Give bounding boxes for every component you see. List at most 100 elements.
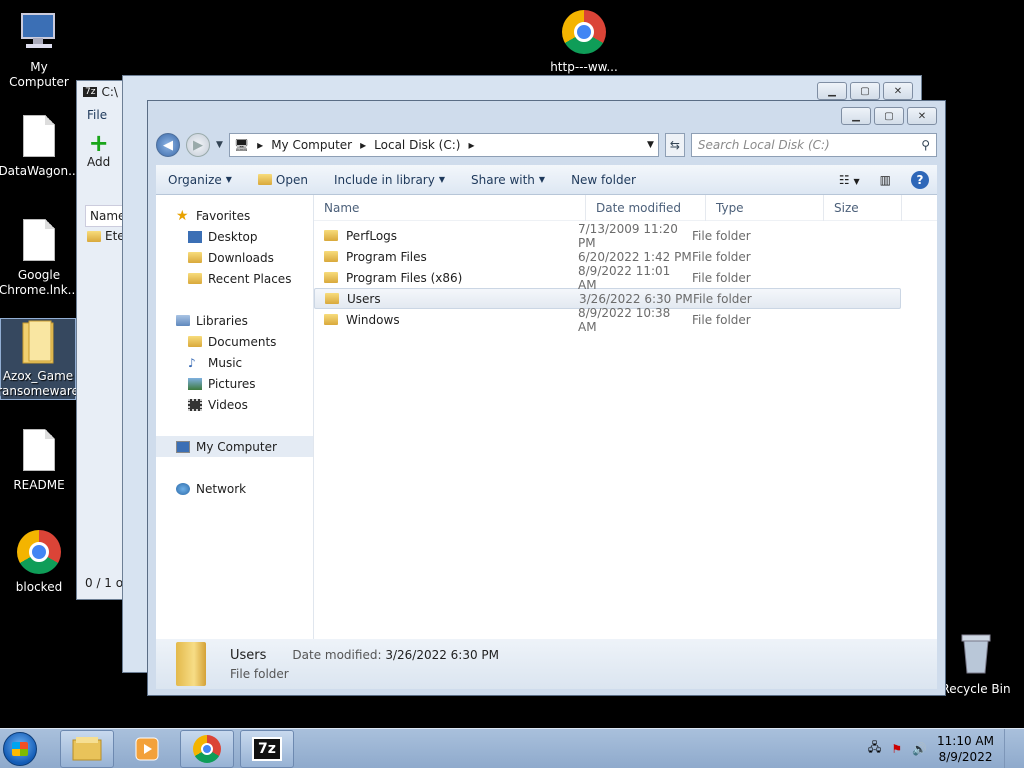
search-input[interactable]: Search Local Disk (C:) ⚲ bbox=[690, 133, 937, 157]
breadcrumb-local-disk[interactable]: Local Disk (C:) bbox=[374, 138, 460, 152]
details-type: File folder bbox=[230, 666, 289, 681]
chevron-down-icon: ▼ bbox=[438, 175, 445, 184]
sevenzip-menu-file[interactable]: File bbox=[87, 108, 107, 122]
column-header-name[interactable]: Name bbox=[314, 194, 586, 221]
desktop: My Computer http---ww... DataWagon... Go… bbox=[0, 0, 1024, 768]
new-folder-button[interactable]: New folder bbox=[571, 173, 636, 187]
refresh-button[interactable]: ⇆ bbox=[664, 133, 685, 157]
document-icon bbox=[15, 216, 63, 264]
column-header-size[interactable]: Size bbox=[824, 194, 902, 221]
action-center-icon[interactable]: ⚑ bbox=[891, 742, 902, 756]
taskbar-chrome-button[interactable] bbox=[180, 729, 234, 768]
plus-icon: + bbox=[88, 129, 109, 157]
details-main: Users Date modified: 3/26/2022 6:30 PM F… bbox=[230, 648, 499, 681]
change-view-button[interactable]: ☷ ▼ bbox=[839, 173, 860, 187]
column-header-type[interactable]: Type bbox=[706, 194, 824, 221]
nav-recent-places[interactable]: Recent Places bbox=[156, 268, 313, 289]
file-type: File folder bbox=[692, 270, 751, 285]
minimize-button[interactable]: ▁ bbox=[841, 107, 871, 125]
table-row[interactable]: Program Files (x86) 8/9/2022 11:01 AM Fi… bbox=[314, 264, 901, 292]
table-row[interactable]: PerfLogs 7/13/2009 11:20 PM File folder bbox=[314, 222, 901, 250]
desktop-icon-readme[interactable]: README bbox=[1, 426, 77, 493]
system-tray: 🖧 ⚑ 🔊 11:10 AM 8/9/2022 bbox=[868, 728, 1024, 768]
window-controls: ▁ ▢ ✕ bbox=[841, 107, 937, 125]
chevron-down-icon: ▼ bbox=[853, 176, 860, 186]
address-row: ◀ ▶ ▼ 🖥 ▸ My Computer ▸ Local Disk (C:) … bbox=[156, 131, 937, 159]
documents-icon bbox=[188, 336, 202, 347]
nav-videos[interactable]: Videos bbox=[156, 394, 313, 415]
table-row[interactable]: Windows 8/9/2022 10:38 AM File folder bbox=[314, 306, 901, 334]
share-with-button[interactable]: Share with ▼ bbox=[471, 173, 545, 187]
nav-my-computer[interactable]: My Computer bbox=[156, 436, 313, 457]
minimize-button[interactable]: ▁ bbox=[817, 82, 847, 100]
folder-icon bbox=[325, 293, 339, 304]
downloads-icon bbox=[188, 252, 202, 263]
pictures-icon bbox=[188, 377, 202, 390]
help-button[interactable]: ? bbox=[911, 170, 929, 189]
nav-label: Recent Places bbox=[208, 271, 292, 286]
volume-icon[interactable]: 🔊 bbox=[912, 742, 927, 756]
preview-pane-button[interactable]: ▥ bbox=[880, 173, 891, 187]
desktop-icon-recycle-bin[interactable]: Recycle Bin bbox=[938, 630, 1014, 697]
folder-icon bbox=[324, 251, 338, 262]
nav-network[interactable]: Network bbox=[156, 478, 313, 499]
new-folder-label: New folder bbox=[571, 172, 636, 187]
address-bar[interactable]: 🖥 ▸ My Computer ▸ Local Disk (C:) ▸ ▼ bbox=[228, 133, 659, 157]
clock[interactable]: 11:10 AM 8/9/2022 bbox=[937, 733, 994, 765]
network-tray-icon[interactable]: 🖧 bbox=[868, 738, 881, 759]
desktop-icon-google-chrome-lnk[interactable]: Google Chrome.lnk... bbox=[0, 216, 80, 298]
column-label: Size bbox=[834, 200, 859, 215]
back-button[interactable]: ◀ bbox=[156, 133, 180, 157]
sevenzip-icon: 7z bbox=[83, 87, 98, 97]
nav-downloads[interactable]: Downloads bbox=[156, 247, 313, 268]
desktop-icon-label: Google Chrome.lnk... bbox=[0, 268, 80, 297]
libraries-icon bbox=[176, 315, 190, 326]
document-icon bbox=[15, 112, 63, 160]
chrome-icon bbox=[15, 528, 63, 576]
sevenzip-row[interactable]: Ete bbox=[87, 229, 125, 243]
folder-icon bbox=[324, 314, 338, 325]
desktop-icon-blocked[interactable]: blocked bbox=[1, 528, 77, 595]
clock-date: 8/9/2022 bbox=[938, 749, 993, 764]
desktop-icon-chrome-shortcut[interactable]: http---ww... bbox=[546, 8, 622, 75]
nav-documents[interactable]: Documents bbox=[156, 331, 313, 352]
nav-favorites[interactable]: ★ Favorites bbox=[156, 205, 313, 226]
nav-desktop[interactable]: Desktop bbox=[156, 226, 313, 247]
column-headers: Name Date modified Type Size bbox=[314, 194, 937, 221]
show-desktop-button[interactable] bbox=[1004, 728, 1014, 768]
desktop-icon-datawagon[interactable]: DataWagon... bbox=[0, 112, 80, 179]
desktop-icon-my-computer[interactable]: My Computer bbox=[1, 8, 77, 90]
column-header-date[interactable]: Date modified bbox=[586, 194, 706, 221]
nav-libraries[interactable]: Libraries bbox=[156, 310, 313, 331]
nav-pictures[interactable]: Pictures bbox=[156, 373, 313, 394]
include-in-library-button[interactable]: Include in library ▼ bbox=[334, 173, 445, 187]
breadcrumb-my-computer[interactable]: My Computer bbox=[271, 138, 352, 152]
address-dropdown-icon[interactable]: ▼ bbox=[647, 140, 658, 150]
start-button[interactable] bbox=[0, 729, 40, 768]
open-button[interactable]: Open bbox=[257, 173, 308, 187]
sevenzip-add-button[interactable]: + Add bbox=[87, 131, 110, 169]
nav-music[interactable]: ♪ Music bbox=[156, 352, 313, 373]
recent-pages-dropdown-icon[interactable]: ▼ bbox=[216, 140, 223, 150]
taskbar-media-player-button[interactable] bbox=[120, 730, 174, 768]
explorer-window[interactable]: ▁ ▢ ✕ ◀ ▶ ▼ 🖥 ▸ My Computer ▸ Local Disk… bbox=[147, 100, 946, 696]
column-label: Type bbox=[716, 200, 744, 215]
computer-icon bbox=[176, 440, 190, 453]
desktop-icon-azox-game[interactable]: Azox_Game ransomeware bbox=[0, 318, 79, 400]
organize-button[interactable]: Organize ▼ bbox=[168, 173, 232, 187]
computer-small-icon: 🖥 bbox=[233, 138, 250, 152]
view-icon: ☷ bbox=[838, 172, 850, 187]
navigation-pane: ★ Favorites Desktop Downloads Recent Plac… bbox=[156, 195, 314, 639]
nav-label: Videos bbox=[208, 397, 248, 412]
computer-icon bbox=[15, 8, 63, 56]
nav-label: Favorites bbox=[196, 208, 251, 223]
maximize-button[interactable]: ▢ bbox=[850, 82, 880, 100]
close-button[interactable]: ✕ bbox=[907, 107, 937, 125]
forward-button[interactable]: ▶ bbox=[186, 133, 210, 157]
taskbar-7zip-button[interactable]: 7z bbox=[240, 729, 294, 768]
close-button[interactable]: ✕ bbox=[883, 82, 913, 100]
taskbar-explorer-button[interactable] bbox=[60, 729, 114, 768]
chevron-down-icon: ▼ bbox=[225, 175, 232, 184]
maximize-button[interactable]: ▢ bbox=[874, 107, 904, 125]
chrome-icon bbox=[193, 734, 221, 763]
